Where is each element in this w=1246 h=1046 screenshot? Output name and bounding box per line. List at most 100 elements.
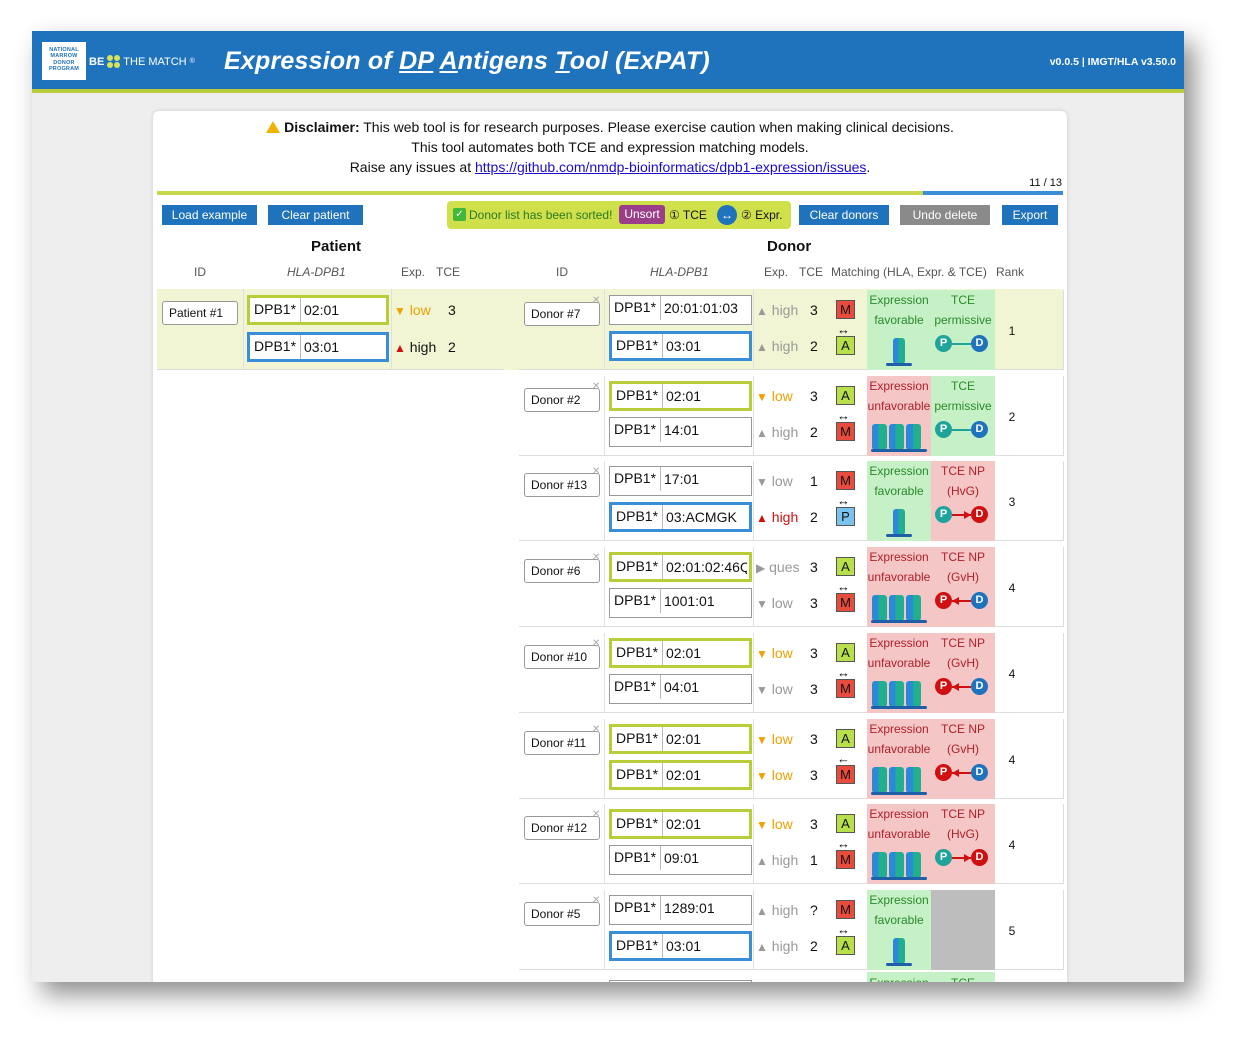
donor-tce: ? [810,902,818,918]
donor-id-input[interactable]: Donor #5 [524,902,600,926]
donor-allele-field[interactable]: DPB1* 02:01 [609,760,752,790]
allele-value[interactable]: 14:01 [660,418,745,442]
allele-value[interactable]: 1001:01 [660,589,745,613]
allele-value[interactable]: 04:01 [660,675,745,699]
clear-patient-button[interactable]: Clear patient [268,205,363,225]
donor-allele-field[interactable]: DPB1* 09:01 [609,845,752,875]
donor-allele-field[interactable]: DPB1* 02:01 [609,724,752,754]
allele-prefix: DPB1* [616,730,659,746]
allele-value[interactable]: 02:01 [662,763,747,787]
partial-allele-field[interactable] [609,980,752,982]
donor-tce: 2 [810,509,818,525]
donor-tce: 3 [810,645,818,661]
expression-down-icon: ▼ [756,390,768,404]
load-example-button[interactable]: Load example [162,205,257,225]
delete-donor-icon[interactable]: ✕ [592,724,600,735]
donor-allele-field[interactable]: DPB1* 17:01 [609,466,752,496]
tce-line-1: TCE NP [940,807,985,821]
match-arrow-icon: ↔ [837,665,850,680]
donor-divider [753,804,754,884]
tce-arrow-left-icon [952,769,959,777]
donor-allele-field[interactable]: DPB1* 02:01 [609,809,752,839]
donor-allele-field[interactable]: DPB1* 02:01:02:46Q [609,552,752,582]
exp-text: ques [769,559,800,575]
allele-value[interactable]: 20:01:01:03 [660,296,745,320]
expression-down-icon: ▼ [756,769,768,783]
match-arrow-icon: ↔ [837,836,850,851]
dp-molecule-icon [872,595,921,621]
molecule [889,424,904,450]
tce-cell: TCE NP (HvG) [931,804,995,884]
donor-id-input[interactable]: Donor #6 [524,559,600,583]
donor-allele-field[interactable]: DPB1* 14:01 [609,417,752,447]
donor-tce: 3 [810,302,818,318]
donor-tce: 3 [810,388,818,404]
donor-id-input[interactable]: Donor #11 [524,731,600,755]
partial-expression-cell: Expression [867,972,931,982]
tce-arrow-right-icon [964,854,971,862]
allele-prefix: DPB1* [616,766,659,782]
donor-id-input[interactable]: Donor #2 [524,388,600,412]
donor-allele-field[interactable]: DPB1* 03:ACMGK [609,502,752,532]
donor-divider [604,376,605,456]
donor-id-input[interactable]: Donor #13 [524,473,600,497]
undo-delete-button[interactable]: Undo delete [900,205,990,225]
donor-tce: 3 [810,767,818,783]
donor-exp: ▲ high [756,509,798,525]
exp-text: low [771,681,793,697]
expression-down-icon: ▼ [756,683,768,697]
allele-value[interactable]: 03:ACMGK [662,505,747,529]
allele-value[interactable]: 17:01 [660,467,745,491]
delete-donor-icon[interactable]: ✕ [592,809,600,820]
allele-value[interactable]: 03:01 [662,334,747,358]
donor-allele-field[interactable]: DPB1* 04:01 [609,674,752,704]
molecule [872,424,887,450]
donor-id-input[interactable]: Donor #7 [524,302,600,326]
donor-divider [604,461,605,541]
donor-allele-field[interactable]: DPB1* 02:01 [609,381,752,411]
delete-donor-icon[interactable]: ✕ [592,466,600,477]
donor-id-input[interactable]: Donor #10 [524,645,600,669]
patient-id-input[interactable]: Patient #1 [162,301,238,325]
donor-allele-field[interactable]: DPB1* 1001:01 [609,588,752,618]
tce-line-1: TCE [951,379,975,393]
allele-value[interactable]: 02:01 [662,641,747,665]
clear-donors-button[interactable]: Clear donors [799,205,889,225]
allele-value[interactable]: 02:01 [300,298,385,322]
donor-id-input[interactable]: Donor #12 [524,816,600,840]
patient-tce-col: TCE [436,265,460,279]
donor-allele-field[interactable]: DPB1* 03:01 [609,931,752,961]
delete-donor-icon[interactable]: ✕ [592,552,600,563]
allele-value[interactable]: 02:01 [662,812,747,836]
allele-value[interactable]: 09:01 [660,846,745,870]
donor-allele-field[interactable]: DPB1* 02:01 [609,638,752,668]
expression-line-1: Expression [869,807,929,821]
allele-value[interactable]: 02:01:02:46Q [662,555,747,579]
exp-text: high [771,338,799,354]
delete-donor-icon[interactable]: ✕ [592,638,600,649]
donor-exp: ▲ high [756,938,798,954]
matching-col: Matching (HLA, Expr. & TCE) [831,265,987,279]
allele-value[interactable]: 02:01 [662,727,747,751]
allele-value[interactable]: 02:01 [662,384,747,408]
issues-link[interactable]: https://github.com/nmdp-bioinformatics/d… [475,159,866,175]
donor-hla-col: HLA-DPB1 [650,265,709,279]
allele-value[interactable]: 1289:01 [660,896,745,920]
donor-allele-field[interactable]: DPB1* 1289:01 [609,895,752,925]
membrane-icon [871,620,927,623]
expression-line-1: Expression [869,293,929,307]
unsort-button[interactable]: Unsort [619,205,665,224]
swap-sort-order-icon[interactable]: ↔ [717,205,737,225]
delete-donor-icon[interactable]: ✕ [592,295,600,306]
delete-donor-icon[interactable]: ✕ [592,381,600,392]
allele-value[interactable]: 03:01 [300,335,385,359]
patient-allele-1-field[interactable]: DPB1* 02:01 [247,295,389,325]
allele-value[interactable]: 03:01 [662,934,747,958]
donor-allele-field[interactable]: DPB1* 03:01 [609,331,752,361]
patient-allele-2-field[interactable]: DPB1* 03:01 [247,332,389,362]
patient-id-col: ID [194,265,206,279]
export-button[interactable]: Export [1002,205,1058,225]
donor-allele-field[interactable]: DPB1* 20:01:01:03 [609,295,752,325]
delete-donor-icon[interactable]: ✕ [592,895,600,906]
patient-node-icon: P [935,849,952,866]
